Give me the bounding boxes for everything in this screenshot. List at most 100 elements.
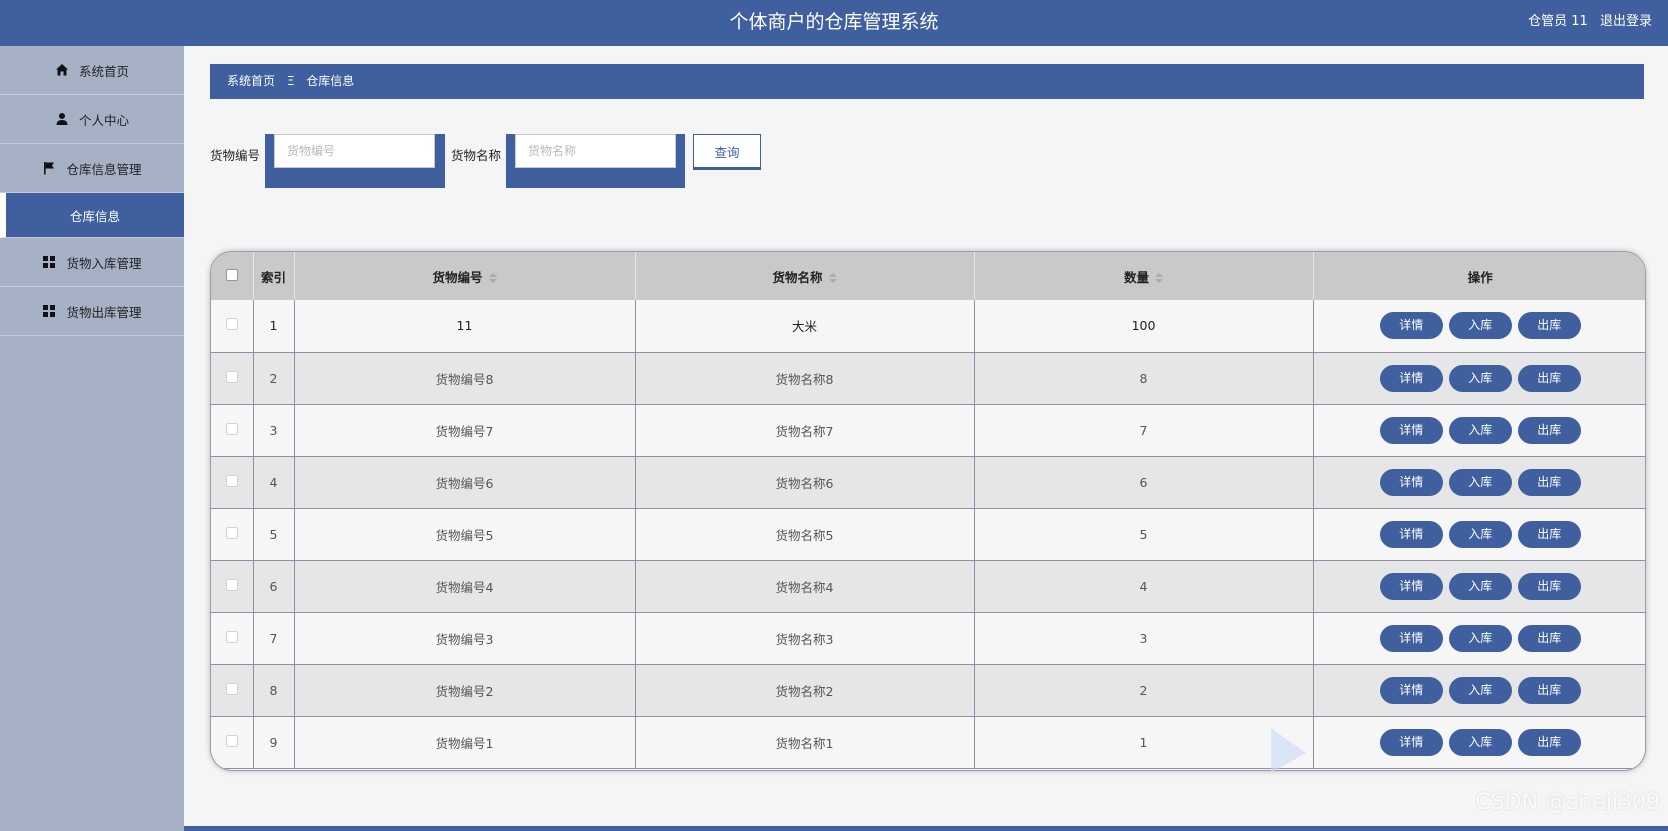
inbound-button[interactable]: 入库 [1448, 416, 1512, 444]
detail-button[interactable]: 详情 [1379, 728, 1443, 756]
outbound-button[interactable]: 出库 [1517, 416, 1581, 444]
col-qty[interactable]: 数量 [974, 252, 1314, 300]
user-role: 仓管员 11 [1528, 14, 1588, 29]
outbound-button[interactable]: 出库 [1517, 624, 1581, 652]
row-select-cell[interactable] [211, 352, 254, 405]
row-qty: 1 [974, 716, 1314, 769]
sidebar-item-home[interactable]: 系统首页 [0, 46, 184, 95]
query-button[interactable]: 查询 [693, 134, 761, 170]
table-row: 5 货物编号5 货物名称5 5 详情 入库 出库 [211, 508, 1645, 561]
sidebar: 系统首页 个人中心 仓库信息管理 仓库信息 货物入库管理 货物出库管理 [0, 46, 184, 831]
row-index: 1 [253, 300, 295, 353]
inbound-button[interactable]: 入库 [1448, 520, 1512, 548]
detail-button[interactable]: 详情 [1379, 572, 1443, 600]
user-icon [56, 113, 68, 125]
row-qty: 6 [974, 456, 1314, 509]
table-row: 3 货物编号7 货物名称7 7 详情 入库 出库 [211, 404, 1645, 457]
row-select-cell[interactable] [211, 456, 254, 509]
row-select-cell[interactable] [211, 612, 254, 665]
row-select-cell[interactable] [211, 404, 254, 457]
sidebar-item-warehouse-info[interactable]: 仓库信息 [0, 193, 184, 238]
select-all-cell[interactable] [211, 252, 254, 300]
sidebar-item-outbound-management[interactable]: 货物出库管理 [0, 287, 184, 336]
row-checkbox[interactable] [225, 578, 238, 591]
table-row: 2 货物编号8 货物名称8 8 详情 入库 出库 [211, 352, 1645, 405]
row-code: 货物编号1 [294, 716, 636, 769]
detail-button[interactable]: 详情 [1379, 364, 1443, 392]
row-name: 货物名称6 [635, 456, 975, 509]
row-name: 大米 [635, 300, 975, 353]
row-code: 货物编号7 [294, 404, 636, 457]
outbound-button[interactable]: 出库 [1517, 572, 1581, 600]
row-qty: 8 [974, 352, 1314, 405]
sidebar-item-inbound-management[interactable]: 货物入库管理 [0, 238, 184, 287]
inbound-button[interactable]: 入库 [1448, 676, 1512, 704]
row-code: 货物编号8 [294, 352, 636, 405]
outbound-button[interactable]: 出库 [1517, 728, 1581, 756]
code-input[interactable] [274, 134, 435, 168]
breadcrumb-current: 仓库信息 [306, 74, 355, 88]
detail-button[interactable]: 详情 [1379, 468, 1443, 496]
col-code[interactable]: 货物编号 [294, 252, 636, 300]
outbound-button[interactable]: 出库 [1517, 468, 1581, 496]
col-name[interactable]: 货物名称 [635, 252, 975, 300]
detail-button[interactable]: 详情 [1379, 312, 1443, 340]
row-name: 货物名称2 [635, 664, 975, 717]
row-name: 货物名称3 [635, 612, 975, 665]
detail-button[interactable]: 详情 [1379, 520, 1443, 548]
inbound-button[interactable]: 入库 [1448, 624, 1512, 652]
sidebar-item-label: 仓库信息 [69, 208, 120, 224]
row-checkbox[interactable] [225, 474, 238, 487]
col-code-label: 货物编号 [432, 269, 483, 285]
row-select-cell[interactable] [211, 560, 254, 613]
sidebar-item-label: 仓库信息管理 [66, 161, 142, 177]
row-actions: 详情 入库 出库 [1313, 508, 1645, 561]
row-select-cell[interactable] [211, 508, 254, 561]
table-row: 6 货物编号4 货物名称4 4 详情 入库 出库 [211, 560, 1645, 613]
logout-link[interactable]: 退出登录 [1600, 14, 1652, 29]
row-checkbox[interactable] [225, 682, 238, 695]
row-checkbox[interactable] [225, 370, 238, 383]
row-select-cell[interactable] [211, 664, 254, 717]
breadcrumb-separator: Ξ [286, 74, 295, 88]
name-input[interactable] [515, 134, 676, 168]
inbound-button[interactable]: 入库 [1448, 468, 1512, 496]
row-checkbox[interactable] [225, 422, 238, 435]
outbound-button[interactable]: 出库 [1517, 676, 1581, 704]
outbound-button[interactable]: 出库 [1517, 312, 1581, 340]
table-header-row: 索引 货物编号 货物名称 数量 操作 [211, 252, 1645, 300]
sort-icon[interactable] [488, 273, 497, 283]
detail-button[interactable]: 详情 [1379, 624, 1443, 652]
sidebar-item-warehouse-management[interactable]: 仓库信息管理 [0, 144, 184, 193]
inbound-button[interactable]: 入库 [1448, 364, 1512, 392]
inbound-button[interactable]: 入库 [1448, 312, 1512, 340]
sort-icon[interactable] [1155, 273, 1163, 283]
detail-button[interactable]: 详情 [1379, 416, 1443, 444]
row-name: 货物名称5 [635, 508, 975, 561]
row-checkbox[interactable] [225, 630, 238, 643]
sort-icon[interactable] [828, 273, 837, 283]
row-index: 3 [253, 404, 295, 457]
col-name-label: 货物名称 [772, 269, 823, 285]
flag-icon [44, 162, 55, 175]
row-index: 8 [253, 664, 295, 717]
row-name: 货物名称4 [635, 560, 975, 613]
row-select-cell[interactable] [211, 300, 254, 353]
row-checkbox[interactable] [225, 734, 238, 747]
inbound-button[interactable]: 入库 [1448, 572, 1512, 600]
outbound-button[interactable]: 出库 [1517, 364, 1581, 392]
inbound-button[interactable]: 入库 [1448, 728, 1512, 756]
select-all-checkbox[interactable] [225, 268, 238, 281]
outbound-button[interactable]: 出库 [1517, 520, 1581, 548]
top-header: 个体商户的仓库管理系统 仓管员 11 退出登录 [0, 0, 1668, 46]
row-checkbox[interactable] [225, 318, 238, 331]
row-index: 5 [253, 508, 295, 561]
breadcrumb-home[interactable]: 系统首页 [227, 74, 275, 88]
row-code: 货物编号3 [294, 612, 636, 665]
row-checkbox[interactable] [225, 526, 238, 539]
row-name: 货物名称1 [635, 716, 975, 769]
row-select-cell[interactable] [211, 716, 254, 769]
sidebar-item-profile[interactable]: 个人中心 [0, 95, 184, 144]
main-content: 系统首页 Ξ 仓库信息 货物编号 货物名称 查询 [184, 46, 1668, 831]
detail-button[interactable]: 详情 [1379, 676, 1443, 704]
